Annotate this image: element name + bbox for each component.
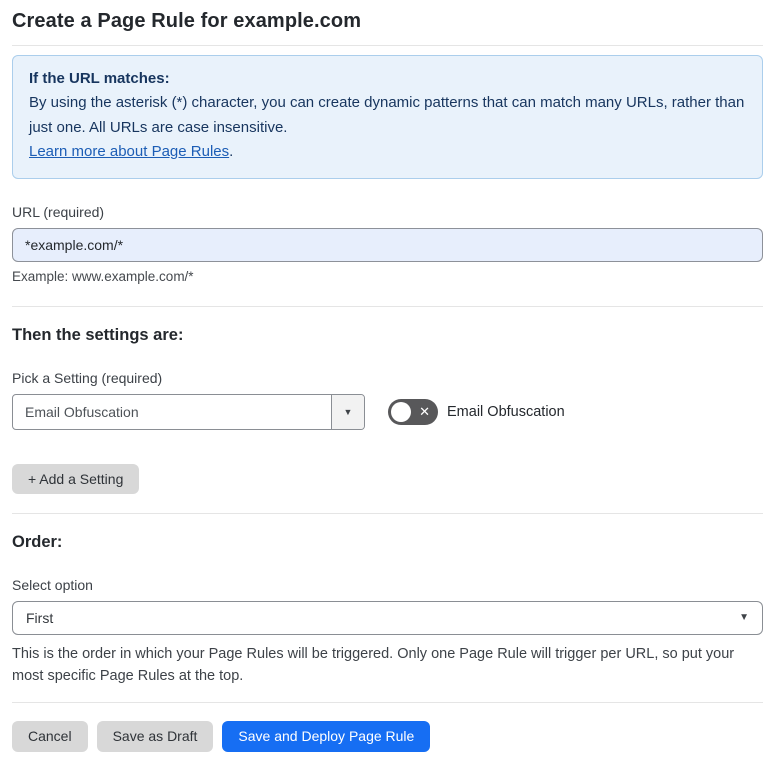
- order-section-divider: [12, 701, 763, 703]
- email-obfuscation-toggle-group: ✕ Email Obfuscation: [388, 398, 565, 425]
- chevron-down-icon: ▼: [343, 406, 353, 417]
- save-as-draft-button[interactable]: Save as Draft: [96, 720, 214, 752]
- url-match-info-box: If the URL matches: By using the asteris…: [12, 55, 763, 179]
- link-period: .: [229, 143, 234, 161]
- toggle-label: Email Obfuscation: [447, 403, 565, 420]
- setting-row: Email Obfuscation ▼ ✕ Email Obfuscation: [12, 393, 763, 430]
- info-box-heading: If the URL matches:: [29, 70, 170, 87]
- setting-select-arrow-button[interactable]: ▼: [331, 394, 364, 429]
- email-obfuscation-toggle[interactable]: ✕: [388, 398, 438, 425]
- url-section-divider: [12, 305, 763, 307]
- title-divider: [12, 45, 763, 46]
- page-rule-form: Create a Page Rule for example.com If th…: [0, 0, 775, 768]
- info-link-line: Learn more about Page Rules.: [29, 140, 746, 164]
- setting-select-value: Email Obfuscation: [25, 403, 139, 420]
- order-select-value: First: [26, 609, 54, 626]
- footer-actions: Cancel Save as Draft Save and Deploy Pag…: [12, 720, 763, 752]
- pick-setting-label: Pick a Setting (required): [12, 369, 163, 386]
- toggle-knob: [391, 401, 411, 422]
- order-select-label: Select option: [12, 576, 93, 593]
- order-description: This is the order in which your Page Rul…: [12, 645, 735, 685]
- settings-section-divider: [12, 512, 763, 514]
- save-and-deploy-button[interactable]: Save and Deploy Page Rule: [222, 720, 431, 752]
- order-select[interactable]: First ▼: [12, 600, 763, 635]
- cancel-button[interactable]: Cancel: [12, 720, 88, 752]
- chevron-down-icon: ▼: [739, 612, 749, 624]
- order-section-heading: Order:: [12, 532, 63, 551]
- setting-select[interactable]: Email Obfuscation ▼: [12, 393, 365, 430]
- toggle-off-x-icon: ✕: [419, 403, 430, 419]
- url-example-helper: Example: www.example.com/*: [12, 268, 194, 284]
- learn-more-link[interactable]: Learn more about Page Rules: [29, 143, 229, 160]
- page-title: Create a Page Rule for example.com: [12, 10, 362, 32]
- settings-section-heading: Then the settings are:: [12, 325, 184, 344]
- url-field-label: URL (required): [12, 203, 105, 220]
- info-box-body: By using the asterisk (*) character, you…: [29, 94, 745, 136]
- url-input[interactable]: [12, 227, 763, 262]
- add-setting-button[interactable]: + Add a Setting: [12, 463, 140, 494]
